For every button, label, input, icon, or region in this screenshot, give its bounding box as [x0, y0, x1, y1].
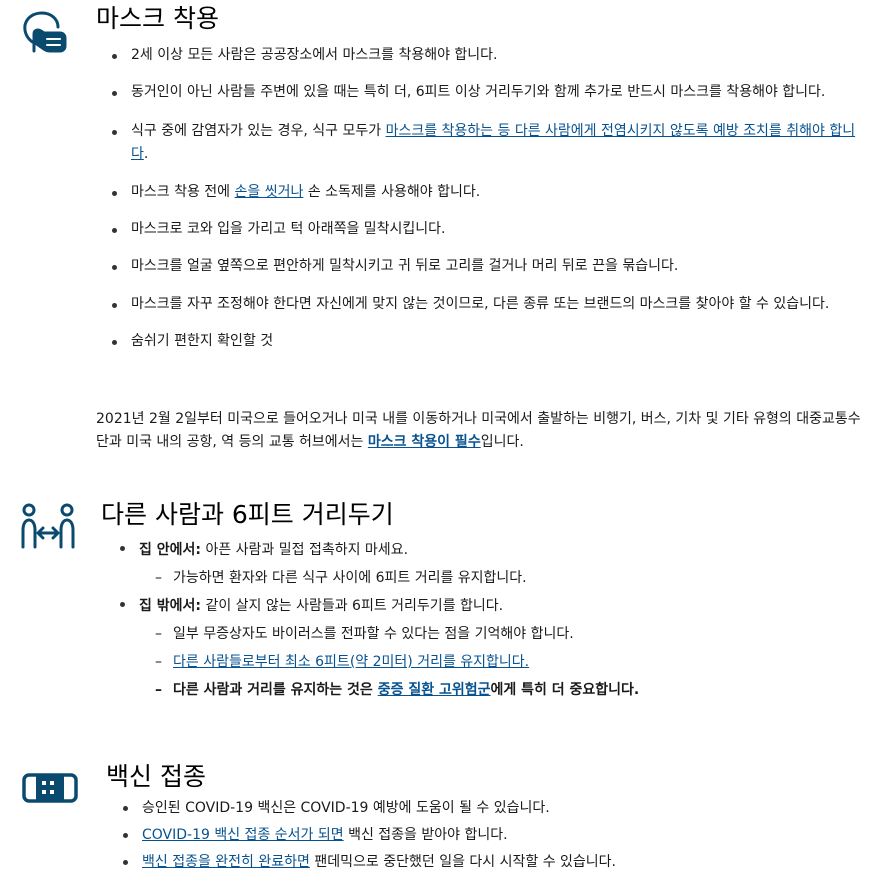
item-text: 백신 접종을 받아야 합니다. — [343, 827, 508, 843]
list-item: 마스크를 얼굴 옆쪽으로 편안하게 밀착시키고 귀 뒤로 고리를 걸거나 머리 … — [112, 255, 859, 278]
list-item: 마스크로 코와 입을 가리고 턱 아래쪽을 밀착시킵니다. — [112, 218, 859, 241]
list-item: 다른 사람들로부터 최소 6피트(약 2미터) 거리를 유지합니다. — [155, 648, 859, 676]
list-item: 2세 이상 모든 사람은 공공장소에서 마스크를 착용해야 합니다. — [112, 44, 859, 67]
item-text: . — [143, 146, 149, 162]
item-text: 에게 특히 더 중요합니다. — [490, 682, 640, 698]
item-text: 손 소독제를 사용해야 합니다. — [303, 184, 481, 200]
face-mask-icon — [23, 11, 67, 53]
section-title-vaccine: 백신 접종 — [106, 762, 206, 791]
mask-requirement-note: 2021년 2월 2일부터 미국으로 들어오거나 미국 내를 이동하거나 미국에… — [96, 408, 862, 454]
home-sublist: 가능하면 환자와 다른 식구 사이에 6피트 거리를 유지합니다. — [155, 564, 859, 592]
distance-list: 집 안에서: 아픈 사람과 밀접 접촉하지 마세요. 가능하면 환자와 다른 식… — [120, 536, 859, 704]
item-text: 같이 살지 않는 사람들과 6피트 거리두기를 합니다. — [201, 598, 504, 614]
note-text: 입니다. — [480, 434, 524, 450]
bandage-icon — [22, 773, 78, 803]
hand-washing-link[interactable]: 손을 씻거나 — [235, 184, 304, 200]
list-item: 마스크 착용 전에 손을 씻거나 손 소독제를 사용해야 합니다. — [112, 181, 859, 204]
list-item: 승인된 COVID-19 백신은 COVID-19 예방에 도움이 될 수 있습… — [123, 796, 862, 821]
list-item: 일부 무증상자도 바이러스를 전파할 수 있다는 점을 기억해야 합니다. — [155, 620, 859, 648]
list-item: 식구 중에 감염자가 있는 경우, 식구 모두가 마스크를 착용하는 등 다른 … — [112, 120, 859, 166]
home-label: 집 안에서: — [139, 542, 201, 558]
list-item: 다른 사람과 거리를 유지하는 것은 중증 질환 고위험군에게 특히 더 중요합… — [155, 676, 859, 704]
vaccine-list: 승인된 COVID-19 백신은 COVID-19 예방에 도움이 될 수 있습… — [123, 796, 862, 875]
item-text: 식구 중에 감염자가 있는 경우, 식구 모두가 — [131, 123, 386, 139]
list-item-outside: 집 밖에서: 같이 살지 않는 사람들과 6피트 거리두기를 합니다. 일부 무… — [120, 592, 859, 704]
mask-list: 2세 이상 모든 사람은 공공장소에서 마스크를 착용해야 합니다. 동거인이 … — [112, 44, 859, 353]
list-item: 가능하면 환자와 다른 식구 사이에 6피트 거리를 유지합니다. — [155, 564, 859, 592]
vaccine-eligibility-link[interactable]: COVID-19 백신 접종 순서가 되면 — [142, 827, 344, 843]
social-distance-icon — [21, 503, 75, 549]
mask-required-link[interactable]: 마스크 착용이 필수 — [368, 434, 481, 450]
section-title-distance: 다른 사람과 6피트 거리두기 — [101, 500, 394, 529]
item-text: 마스크 착용 전에 — [131, 184, 235, 200]
section-title-mask: 마스크 착용 — [96, 4, 219, 33]
item-text: 아픈 사람과 밀접 접촉하지 마세요. — [201, 542, 409, 558]
list-item: COVID-19 백신 접종 순서가 되면 백신 접종을 받아야 합니다. — [123, 823, 862, 848]
list-item: 숨쉬기 편한지 확인할 것 — [112, 330, 859, 353]
outside-sublist: 일부 무증상자도 바이러스를 전파할 수 있다는 점을 기억해야 합니다. 다른… — [155, 620, 859, 704]
list-item: 백신 접종을 완전히 완료하면 팬데믹으로 중단했던 일을 다시 시작할 수 있… — [123, 850, 862, 875]
item-text: 다른 사람과 거리를 유지하는 것은 — [173, 682, 378, 698]
keep-distance-link[interactable]: 다른 사람들로부터 최소 6피트(약 2미터) 거리를 유지합니다. — [173, 654, 529, 670]
list-item: 마스크를 자꾸 조정해야 한다면 자신에게 맞지 않는 것이므로, 다른 종류 … — [112, 293, 859, 316]
high-risk-link[interactable]: 중증 질환 고위험군 — [378, 682, 491, 698]
item-text: 팬데믹으로 중단했던 일을 다시 시작할 수 있습니다. — [309, 854, 617, 870]
outside-label: 집 밖에서: — [139, 598, 201, 614]
list-item: 동거인이 아닌 사람들 주변에 있을 때는 특히 더, 6피트 이상 거리두기와… — [112, 81, 859, 104]
fully-vaccinated-link[interactable]: 백신 접종을 완전히 완료하면 — [142, 854, 310, 870]
list-item-home: 집 안에서: 아픈 사람과 밀접 접촉하지 마세요. 가능하면 환자와 다른 식… — [120, 536, 859, 592]
